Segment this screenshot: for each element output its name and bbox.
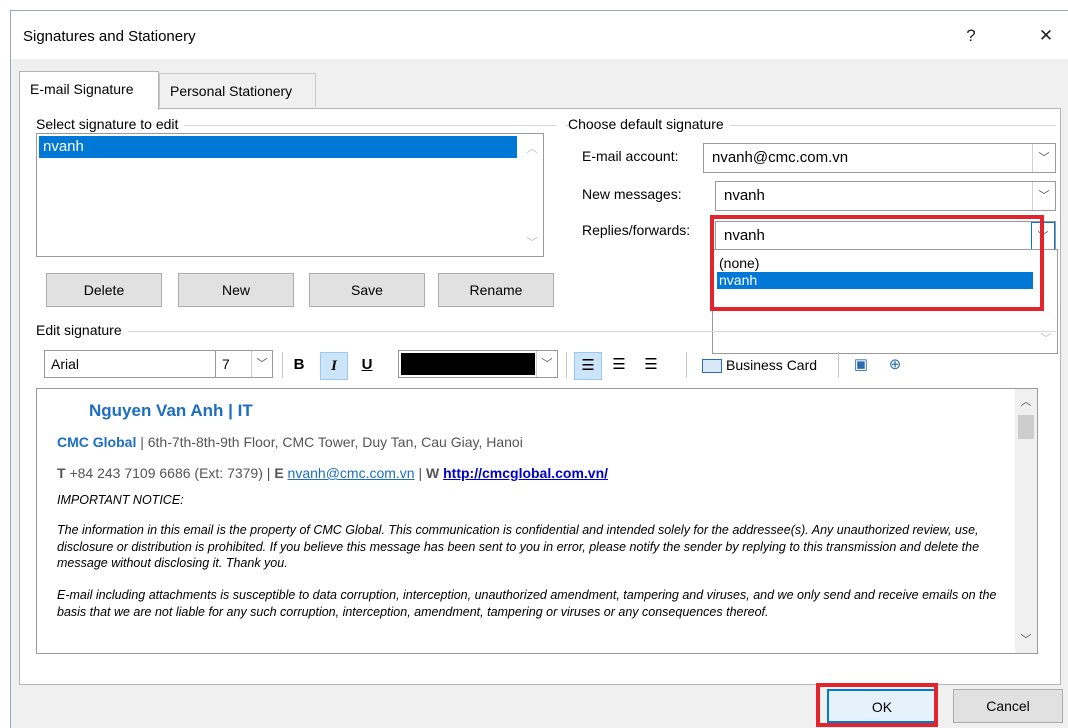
toolbar-separator	[282, 352, 283, 378]
dialog-title: Signatures and Stationery	[23, 28, 196, 45]
color-select[interactable]: ﹀	[398, 350, 558, 378]
delete-button[interactable]: Delete	[46, 273, 162, 307]
web-label: W	[426, 465, 440, 481]
list-scrollbar[interactable]: ︿ ﹀	[521, 134, 543, 256]
select-signature-title: Select signature to edit	[36, 116, 185, 132]
chevron-down-icon[interactable]: ﹀	[521, 234, 543, 250]
hyperlink-icon[interactable]: ⊕	[882, 352, 908, 378]
email-account-select[interactable]: nvanh@cmc.com.vn ﹀	[703, 143, 1056, 173]
italic-button[interactable]: I	[320, 352, 348, 380]
toolbar-separator	[838, 352, 839, 378]
chevron-down-icon[interactable]: ﹀	[1015, 631, 1037, 647]
scroll-thumb[interactable]	[1018, 415, 1034, 439]
title-bar: Signatures and Stationery ? ✕	[11, 11, 1068, 59]
chevron-up-icon[interactable]: ︿	[521, 140, 543, 156]
annotation-highlight-box	[710, 215, 1044, 311]
toolbar-separator	[566, 352, 567, 378]
chevron-down-icon[interactable]: ﹀	[251, 351, 272, 377]
size-value: 7	[222, 356, 230, 372]
new-messages-label: New messages:	[582, 186, 682, 202]
signature-list[interactable]: nvanh ︿ ﹀	[36, 133, 544, 257]
underline-button[interactable]: U	[354, 352, 380, 378]
align-right-icon[interactable]: ☰	[638, 352, 664, 378]
new-messages-select[interactable]: nvanh ﹀	[715, 181, 1056, 211]
email-account-label: E-mail account:	[582, 148, 679, 164]
chevron-down-icon[interactable]: ﹀	[1035, 330, 1057, 346]
signature-editor[interactable]: Nguyen Van Anh | IT CMC Global | 6th-7th…	[36, 388, 1038, 654]
business-card-button[interactable]: Business Card	[702, 352, 832, 378]
color-swatch	[401, 353, 535, 375]
bold-button[interactable]: B	[286, 352, 312, 378]
edit-signature-title: Edit signature	[36, 322, 128, 338]
signature-company-line: CMC Global | 6th-7th-8th-9th Floor, CMC …	[57, 434, 523, 450]
chevron-up-icon[interactable]: ︿	[1015, 393, 1037, 409]
replies-forwards-label: Replies/forwards:	[582, 222, 691, 238]
group-divider	[36, 331, 1056, 332]
align-center-icon[interactable]: ☰	[606, 352, 632, 378]
size-select[interactable]: 7 ﹀	[215, 350, 273, 378]
signature-name: Nguyen Van Anh | IT	[89, 401, 253, 420]
font-value: Arial	[51, 356, 80, 372]
new-button[interactable]: New	[178, 273, 294, 307]
notice-title: IMPORTANT NOTICE:	[57, 493, 184, 507]
email-account-value: nvanh@cmc.com.vn	[712, 149, 849, 166]
editor-scrollbar[interactable]: ︿ ﹀	[1015, 389, 1037, 653]
notice-paragraph-2: E-mail including attachments is suscepti…	[57, 588, 997, 619]
close-button[interactable]: ✕	[1031, 21, 1061, 51]
help-button[interactable]: ?	[956, 21, 986, 51]
phone-label: T	[57, 465, 66, 481]
business-card-icon	[702, 359, 722, 374]
default-signature-title: Choose default signature	[568, 116, 730, 132]
company-address: | 6th-7th-8th-9th Floor, CMC Tower, Duy …	[136, 434, 523, 450]
phone-number: +84 243 7109 6686 (Ext: 7379) |	[65, 465, 275, 481]
business-card-label: Business Card	[726, 357, 818, 373]
list-item[interactable]: nvanh	[39, 136, 517, 158]
rename-button[interactable]: Rename	[438, 273, 554, 307]
format-toolbar: Arial ﹀ 7 ﹀ B I U ﹀ ☰ ☰ ☰ Business Card …	[36, 350, 1046, 382]
signature-contact-line: T +84 243 7109 6686 (Ext: 7379) | E nvan…	[57, 465, 609, 481]
insert-picture-icon[interactable]: ▣	[848, 352, 874, 378]
new-messages-value: nvanh	[724, 187, 765, 204]
tab-personal-stationery[interactable]: Personal Stationery	[159, 73, 316, 107]
notice-paragraph-1: The information in this email is the pro…	[57, 523, 980, 570]
chevron-down-icon[interactable]: ﹀	[536, 351, 557, 377]
company-name: CMC Global	[57, 434, 137, 450]
email-link[interactable]: nvanh@cmc.com.vn	[288, 465, 415, 481]
chevron-down-icon[interactable]: ﹀	[1032, 144, 1055, 172]
save-button[interactable]: Save	[309, 273, 425, 307]
web-link[interactable]: http://cmcglobal.com.vn/	[443, 465, 608, 481]
annotation-highlight-box	[816, 683, 938, 727]
font-select[interactable]: Arial ﹀	[44, 350, 240, 378]
email-label: E	[274, 465, 284, 481]
tab-email-signature[interactable]: E-mail Signature	[19, 71, 159, 110]
chevron-down-icon[interactable]: ﹀	[1032, 182, 1055, 210]
align-left-icon[interactable]: ☰	[574, 352, 602, 380]
cancel-button[interactable]: Cancel	[953, 689, 1063, 723]
toolbar-separator	[686, 352, 687, 378]
